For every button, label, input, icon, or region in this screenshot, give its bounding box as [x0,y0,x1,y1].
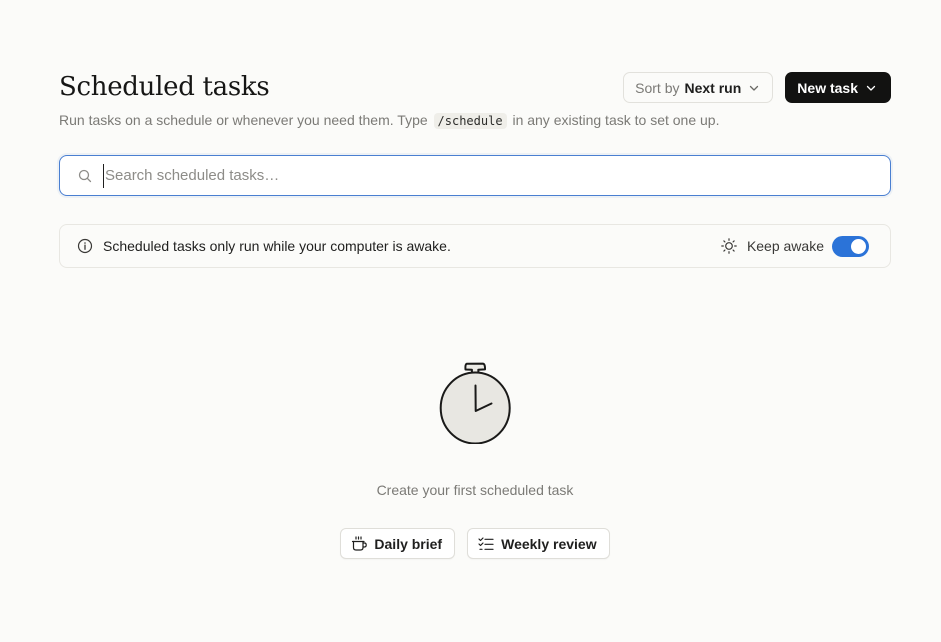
search-icon [78,169,92,182]
coffee-cup-icon [352,535,368,551]
sort-value-label: Next run [684,79,742,96]
search-input[interactable] [103,163,890,188]
scheduled-tasks-page: Scheduled tasks Run tasks on a schedule … [59,70,891,559]
new-task-button[interactable]: New task [785,72,891,103]
subtitle-text-after: in any existing task to set one up. [512,112,720,128]
awake-notice-banner: Scheduled tasks only run while your comp… [59,224,891,268]
awake-notice-text: Scheduled tasks only run while your comp… [103,238,451,254]
keep-awake-toggle[interactable] [832,235,869,257]
daily-brief-label: Daily brief [374,535,443,552]
toggle-knob [851,238,866,254]
empty-state: Create your first scheduled task Daily b… [59,360,891,559]
stopwatch-icon [439,362,511,444]
sun-icon [721,238,737,254]
sort-dropdown-button[interactable]: Sort by Next run [623,72,774,103]
info-icon [77,238,93,254]
page-title: Scheduled tasks [59,72,270,102]
empty-state-message: Create your first scheduled task [376,482,574,498]
schedule-command-chip: /schedule [433,113,507,129]
weekly-review-label: Weekly review [501,535,597,552]
search-box[interactable] [59,155,891,196]
keep-awake-label: Keep awake [746,238,824,254]
chevron-down-icon [866,85,876,91]
subtitle-text-before: Run tasks on a schedule or whenever you … [59,112,428,128]
template-suggestions: Daily brief Weekly review [59,528,891,559]
header-actions: Sort by Next run New task [623,72,891,103]
keep-awake-control: Keep awake [720,235,869,257]
checklist-icon [478,536,494,550]
page-header: Scheduled tasks Run tasks on a schedule … [59,70,891,154]
sort-prefix-label: Sort by [635,79,680,96]
daily-brief-template-button[interactable]: Daily brief [340,528,456,559]
new-task-label: New task [797,79,858,96]
page-subtitle: Run tasks on a schedule or whenever you … [59,112,719,129]
weekly-review-template-button[interactable]: Weekly review [467,528,610,559]
chevron-down-icon [750,85,759,91]
